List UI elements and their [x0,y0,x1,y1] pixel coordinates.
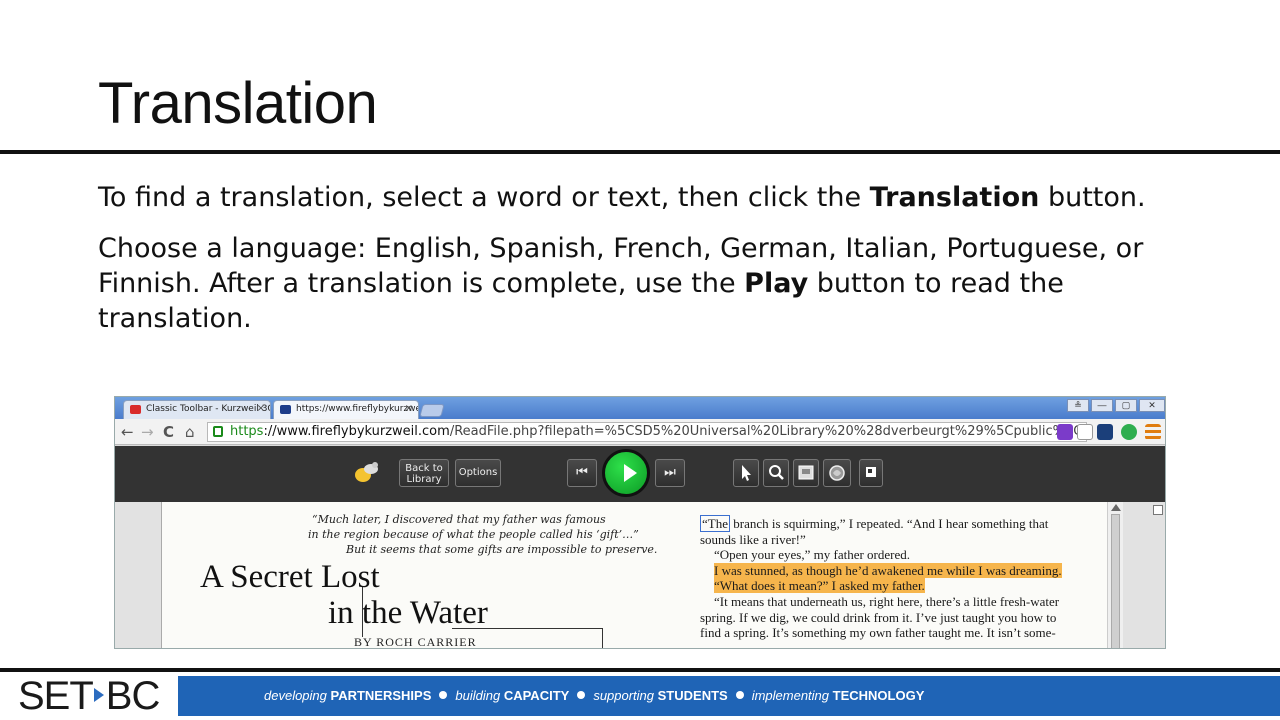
kurzweil-extension-icon[interactable] [1097,424,1113,440]
embedded-screenshot: Classic Toolbar - Kurzweil 3C × https://… [114,396,1166,649]
firefly-logo-icon [347,457,387,487]
magnifier-icon [769,465,784,480]
bullet-icon [439,691,448,699]
minimize-button[interactable]: — [1091,399,1113,412]
selected-word[interactable]: “The [700,515,730,532]
story-title-line-1: A Secret Lost [200,559,380,595]
menu-icon[interactable] [1145,424,1161,440]
reader-toolbar: Back to Library Options ⏮ ⏭ [115,446,1165,502]
tab-classic-toolbar[interactable]: Classic Toolbar - Kurzweil 3C × [123,400,271,419]
options-button[interactable]: Options [455,459,501,487]
close-window-button[interactable]: ✕ [1139,399,1165,412]
decorative-line [362,587,363,637]
close-icon[interactable]: × [405,403,413,414]
note-icon [866,467,876,477]
close-icon[interactable]: × [257,403,265,414]
fast-forward-button[interactable]: ⏭ [655,459,685,487]
dictionary-button[interactable] [793,459,819,487]
note-button[interactable] [859,459,883,487]
story-title-line-2: in the Water [328,595,488,631]
scroll-thumb[interactable] [1111,514,1120,648]
play-button[interactable] [602,449,650,497]
address-bar: ← → C ⌂ https://www.fireflybykurzweil.co… [115,419,1165,445]
dictionary-icon [798,465,814,480]
reload-icon[interactable]: C [163,423,174,441]
translation-icon [829,465,845,481]
slide-body: To find a translation, select a word or … [98,180,1208,352]
bullet-icon [577,691,586,699]
translation-button[interactable] [823,459,851,487]
extension-icon[interactable] [1057,424,1073,440]
forward-arrow-icon[interactable]: → [141,423,154,441]
book-page: “Much later, I discovered that my father… [161,502,1107,649]
footer-divider [0,668,1280,672]
lock-icon [213,426,223,437]
browser-tab-strip: Classic Toolbar - Kurzweil 3C × https://… [115,397,1165,419]
scroll-up-icon[interactable] [1111,504,1121,511]
star-icon[interactable] [1077,424,1093,440]
title-divider [0,150,1280,154]
forward-icon: ⏭ [664,465,676,480]
back-to-library-button[interactable]: Back to Library [399,459,449,487]
new-tab-button[interactable] [419,404,445,417]
rewind-icon: ⏮ [576,465,588,480]
rewind-button[interactable]: ⏮ [567,459,597,487]
tab-firefly[interactable]: https://www.fireflybykurzwe × [273,400,419,419]
kurzweil-icon [280,405,291,414]
decorative-line [452,628,602,629]
url-field[interactable]: https://www.fireflybykurzweil.com/ReadFi… [207,422,1087,442]
footer-tagline-band: developing PARTNERSHIPS building CAPACITY… [178,676,1280,716]
decorative-line [602,628,603,648]
user-icon[interactable]: ≗ [1067,399,1089,412]
instruction-paragraph-2: Choose a language: English, Spanish, Fre… [98,233,1144,334]
byline: BY ROCH CARRIER [354,635,477,649]
reading-area: “Much later, I discovered that my father… [115,502,1165,649]
grammarly-icon[interactable] [1121,424,1137,440]
bullet-icon [735,691,744,699]
highlighted-text[interactable]: I was stunned, as though he’d awakened m… [714,562,1062,578]
zoom-button[interactable] [763,459,789,487]
home-icon[interactable]: ⌂ [185,423,195,441]
story-text-column: “The branch is squirming,” I repeated. “… [700,515,1062,641]
setbc-logo: SET BC [18,674,160,718]
highlighted-text[interactable]: “What does it mean?” I asked my father. [714,578,925,594]
play-icon [624,464,637,482]
pointer-icon [742,465,751,481]
instruction-paragraph-1: To find a translation, select a word or … [98,182,1146,213]
logo-arrow-icon [93,688,104,702]
epigraph: “Much later, I discovered that my father… [308,513,658,556]
page-title: Translation [98,71,378,136]
select-pointer-button[interactable] [733,459,759,487]
vertical-scrollbar[interactable] [1107,502,1123,648]
maximize-button[interactable]: ▢ [1115,399,1137,412]
youtube-icon [130,405,141,414]
fit-page-icon[interactable] [1153,505,1163,515]
back-arrow-icon[interactable]: ← [121,423,134,441]
